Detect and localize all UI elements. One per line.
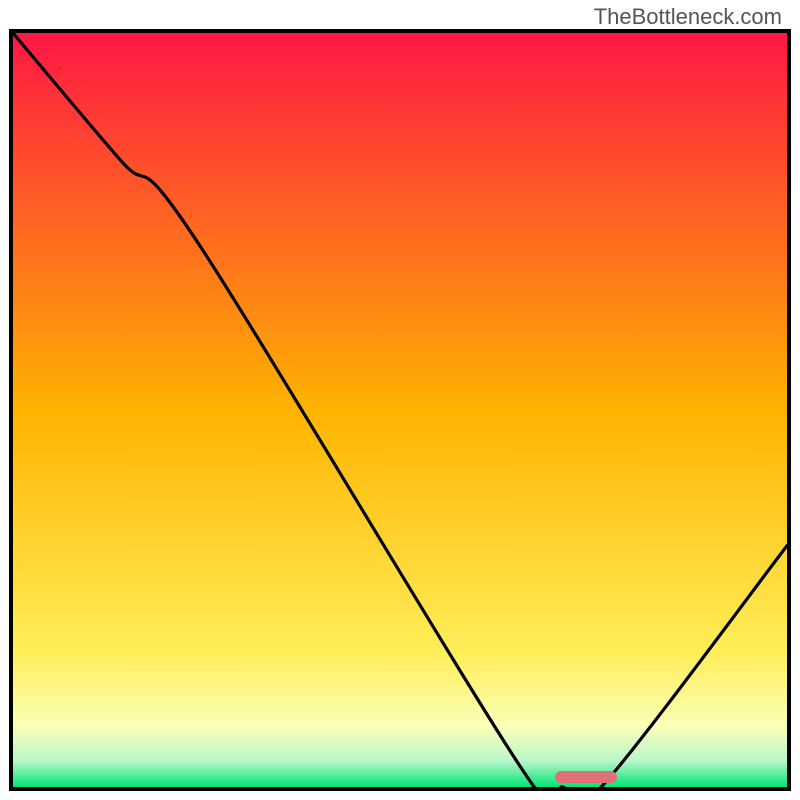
bottleneck-curve-path <box>13 33 787 787</box>
watermark-text: TheBottleneck.com <box>594 4 782 30</box>
optimum-marker <box>555 771 617 783</box>
plot-area <box>9 29 791 791</box>
curve-svg <box>13 33 787 787</box>
